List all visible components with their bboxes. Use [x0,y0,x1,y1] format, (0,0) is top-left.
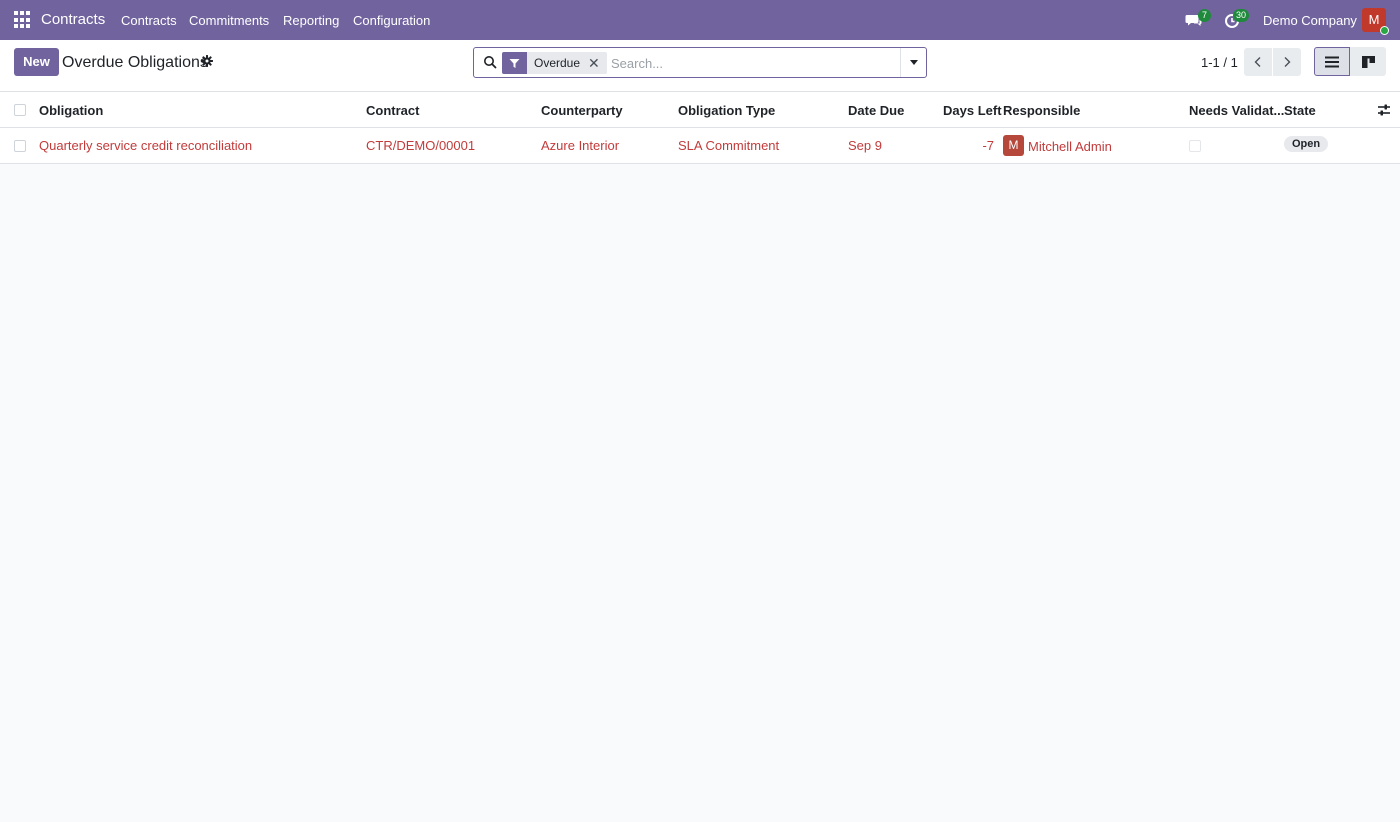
column-responsible[interactable]: Responsible [1003,103,1080,118]
user-initial: M [1368,12,1380,27]
kanban-view-icon [1361,55,1375,68]
apps-grid-icon[interactable] [14,11,32,29]
column-contract[interactable]: Contract [366,103,419,118]
cell-responsible[interactable]: Mitchell Admin [1028,139,1112,154]
cell-obligation[interactable]: Quarterly service credit reconciliation [39,138,252,153]
user-avatar[interactable]: M [1362,8,1389,35]
optional-columns-icon[interactable] [1377,103,1391,120]
column-needs-validation[interactable]: Needs Validat... [1189,103,1284,118]
filter-icon [502,52,527,74]
table-row[interactable]: Quarterly service credit reconciliation … [0,128,1400,164]
status-badge: Open [1284,136,1329,152]
main-navbar: Contracts Contracts Commitments Reportin… [0,0,1400,40]
column-obligation-type[interactable]: Obligation Type [678,103,775,118]
activities-count-badge: 30 [1233,9,1250,22]
avatar: M [1003,135,1024,156]
caret-down-icon [909,60,918,65]
close-icon[interactable]: ✕ [588,52,607,74]
search-icon [483,55,497,69]
column-days-left[interactable]: Days Left [943,103,1002,118]
cell-obligation-type[interactable]: SLA Commitment [678,138,779,153]
column-state[interactable]: State [1284,103,1316,118]
search-input[interactable] [611,53,896,73]
list-view-button[interactable] [1314,47,1350,76]
new-button[interactable]: New [14,48,59,76]
needs-validation-checkbox [1189,140,1201,152]
select-all-checkbox[interactable] [14,104,26,116]
cell-contract[interactable]: CTR/DEMO/00001 [366,138,475,153]
obligations-list: Obligation Contract Counterparty Obligat… [0,92,1400,164]
column-date-due[interactable]: Date Due [848,103,904,118]
chevron-left-icon [1254,57,1261,67]
cell-date-due[interactable]: Sep 9 [848,138,882,153]
menu-contracts[interactable]: Contracts [121,13,177,28]
pager-value[interactable]: 1-1 / 1 [1201,55,1238,70]
filter-facet-overdue: Overdue ✕ [502,52,607,74]
menu-commitments[interactable]: Commitments [189,13,269,28]
app-name[interactable]: Contracts [41,11,105,28]
company-switcher[interactable]: Demo Company [1263,13,1357,28]
column-obligation[interactable]: Obligation [39,103,103,118]
list-view-icon [1325,56,1339,67]
pager-next-button[interactable] [1273,48,1301,76]
pager-previous-button[interactable] [1244,48,1272,76]
column-counterparty[interactable]: Counterparty [541,103,623,118]
row-select-checkbox[interactable] [14,140,26,152]
page-title: Overdue Obligations [62,54,208,71]
chevron-right-icon [1284,57,1291,67]
list-header: Obligation Contract Counterparty Obligat… [0,92,1400,128]
gear-icon[interactable] [201,55,213,70]
control-panel: New Overdue Obligations Overdue ✕ Search… [0,40,1400,92]
messages-count-badge: 7 [1198,9,1211,22]
cell-days-left: -7 [982,138,994,153]
online-status-icon [1380,26,1389,35]
search-box: Overdue ✕ [473,47,927,78]
search-options-toggle[interactable] [900,48,926,77]
kanban-view-button[interactable] [1350,47,1386,76]
menu-configuration[interactable]: Configuration [353,13,430,28]
filter-facet-label: Overdue [534,56,581,70]
cell-counterparty[interactable]: Azure Interior [541,138,619,153]
menu-reporting[interactable]: Reporting [283,13,339,28]
